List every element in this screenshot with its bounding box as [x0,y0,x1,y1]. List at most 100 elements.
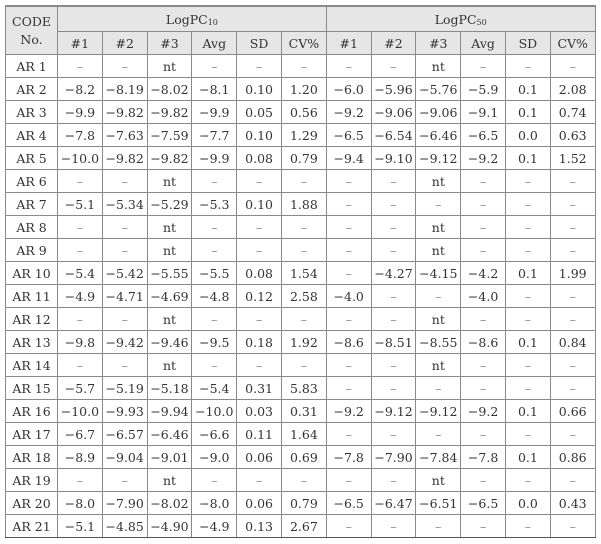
value-cell-pc10: −4.69 [146,284,193,308]
value-cell-pc10: – [101,215,148,239]
code-cell: AR 19 [5,468,58,492]
value-cell-pc50: – [460,376,506,400]
value-cell-pc10: 1.20 [280,77,327,101]
value-cell-pc10: −9.82 [101,100,148,124]
value-cell-pc50: – [325,468,372,492]
value-cell-pc10: nt [146,468,193,492]
value-cell-pc50: – [505,238,551,262]
value-cell-pc50: – [549,169,596,193]
value-cell-pc10: −4.9 [191,514,238,538]
table-row: AR 4 −7.8 −7.63 −7.59 −7.7 0.10 1.29 −6.5 −6.54−… [5,123,596,147]
value-cell-pc50: – [370,284,417,308]
group-header-logpc10: LogPC10 [57,5,327,32]
value-cell-pc50: −9.12 [370,399,417,423]
value-cell-pc10: 0.06 [236,491,282,515]
value-cell-pc50: – [549,514,596,538]
group-label-subscript: 50 [476,17,487,27]
subheader-pc50-cvpct: CV% [549,31,596,55]
value-cell-pc10: – [280,307,327,331]
group-label: LogPC [165,11,208,27]
value-cell-pc50: −9.06 [370,100,417,124]
value-cell-pc50: – [325,169,372,193]
value-cell-pc10: −9.82 [146,146,193,170]
value-cell-pc10: −9.9 [191,146,238,170]
value-cell-pc50: −9.12 [415,146,462,170]
value-cell-pc50: – [549,422,596,446]
value-cell-pc50: 0.43 [549,491,596,515]
value-cell-pc10: 0.10 [236,77,282,101]
subheader-pc50-avg: Avg [460,31,506,55]
value-cell-pc10: – [280,169,327,193]
value-cell-pc50: 0.74 [549,100,596,124]
value-cell-pc10: 0.12 [236,284,282,308]
value-cell-pc10: – [236,353,282,377]
table-row: AR 7 −5.1 −5.34 −5.29 −5.3 0.10 1.88– – – – – – [5,192,596,216]
value-cell-pc10: −8.0 [191,491,238,515]
code-cell: AR 10 [5,261,58,285]
value-cell-pc10: −6.57 [101,422,148,446]
code-header-line2: No. [20,31,43,47]
code-cell: AR 18 [5,445,58,469]
value-cell-pc10: −5.5 [191,261,238,285]
value-cell-pc50: – [505,215,551,239]
value-cell-pc10: – [57,468,103,492]
code-cell: AR 12 [5,307,58,331]
value-cell-pc10: −8.02 [146,77,193,101]
value-cell-pc50: −9.4 [325,146,372,170]
value-cell-pc50: nt [415,468,462,492]
value-cell-pc50: 1.99 [549,261,596,285]
value-cell-pc50: 0.0 [505,123,551,147]
value-cell-pc10: – [280,54,327,78]
table-row: AR 14– – nt – – – – – nt – – – [5,353,596,377]
value-cell-pc50: – [370,215,417,239]
value-cell-pc10: nt [146,307,193,331]
value-cell-pc50: – [325,261,372,285]
value-cell-pc10: −5.55 [146,261,193,285]
code-cell: AR 20 [5,491,58,515]
table-row: AR 15 −5.7 −5.19 −5.18 −5.4 0.31 5.83– – – – – – [5,376,596,400]
code-cell: AR 4 [5,123,58,147]
value-cell-pc50: – [505,514,551,538]
value-cell-pc10: 0.69 [280,445,327,469]
table-row: AR 5 −10.0 −9.82 −9.82 −9.9 0.08 0.79 −9.4 −9.10… [5,146,596,170]
value-cell-pc50: – [460,238,506,262]
value-cell-pc10: – [236,307,282,331]
value-cell-pc50: −9.12 [415,399,462,423]
value-cell-pc10: −5.4 [191,376,238,400]
value-cell-pc10: 0.56 [280,100,327,124]
table-row: AR 6– – nt – – – – – nt – – – [5,169,596,193]
table-row: AR 12– – nt – – – – – nt – – – [5,307,596,331]
value-cell-pc50: −8.55 [415,330,462,354]
value-cell-pc50: −8.6 [460,330,506,354]
value-cell-pc50: – [505,376,551,400]
value-cell-pc50: – [325,192,372,216]
code-no-header: CODE No. [5,5,58,55]
table-row: AR 17 −6.7 −6.57 −6.46 −6.6 0.11 1.64– – – – – – [5,422,596,446]
value-cell-pc10: −5.18 [146,376,193,400]
subheader-pc50-sd: SD [505,31,551,55]
table-row: AR 9– – nt – – – – – nt – – – [5,238,596,262]
value-cell-pc10: nt [146,238,193,262]
value-cell-pc50: −7.90 [370,445,417,469]
subheader-pc50-n3: #3 [415,31,462,55]
value-cell-pc50: −4.0 [460,284,506,308]
value-cell-pc10: – [191,238,238,262]
value-cell-pc10: −4.9 [57,284,103,308]
value-cell-pc50: −6.5 [325,491,372,515]
code-cell: AR 13 [5,330,58,354]
value-cell-pc50: −4.0 [325,284,372,308]
value-cell-pc10: −9.82 [101,146,148,170]
value-cell-pc10: nt [146,353,193,377]
subheader-pc50-n1: #1 [325,31,372,55]
value-cell-pc10: – [57,307,103,331]
value-cell-pc10: −5.42 [101,261,148,285]
value-cell-pc10: −7.8 [57,123,103,147]
value-cell-pc10: −5.4 [57,261,103,285]
value-cell-pc10: – [57,353,103,377]
value-cell-pc50: −6.5 [460,123,506,147]
value-cell-pc10: −8.02 [146,491,193,515]
value-cell-pc50: −4.27 [370,261,417,285]
table-row: AR 11 −4.9 −4.71 −4.69 −4.8 0.12 2.58 −4.0– – −4.… [5,284,596,308]
value-cell-pc50: – [505,422,551,446]
value-cell-pc10: 0.11 [236,422,282,446]
